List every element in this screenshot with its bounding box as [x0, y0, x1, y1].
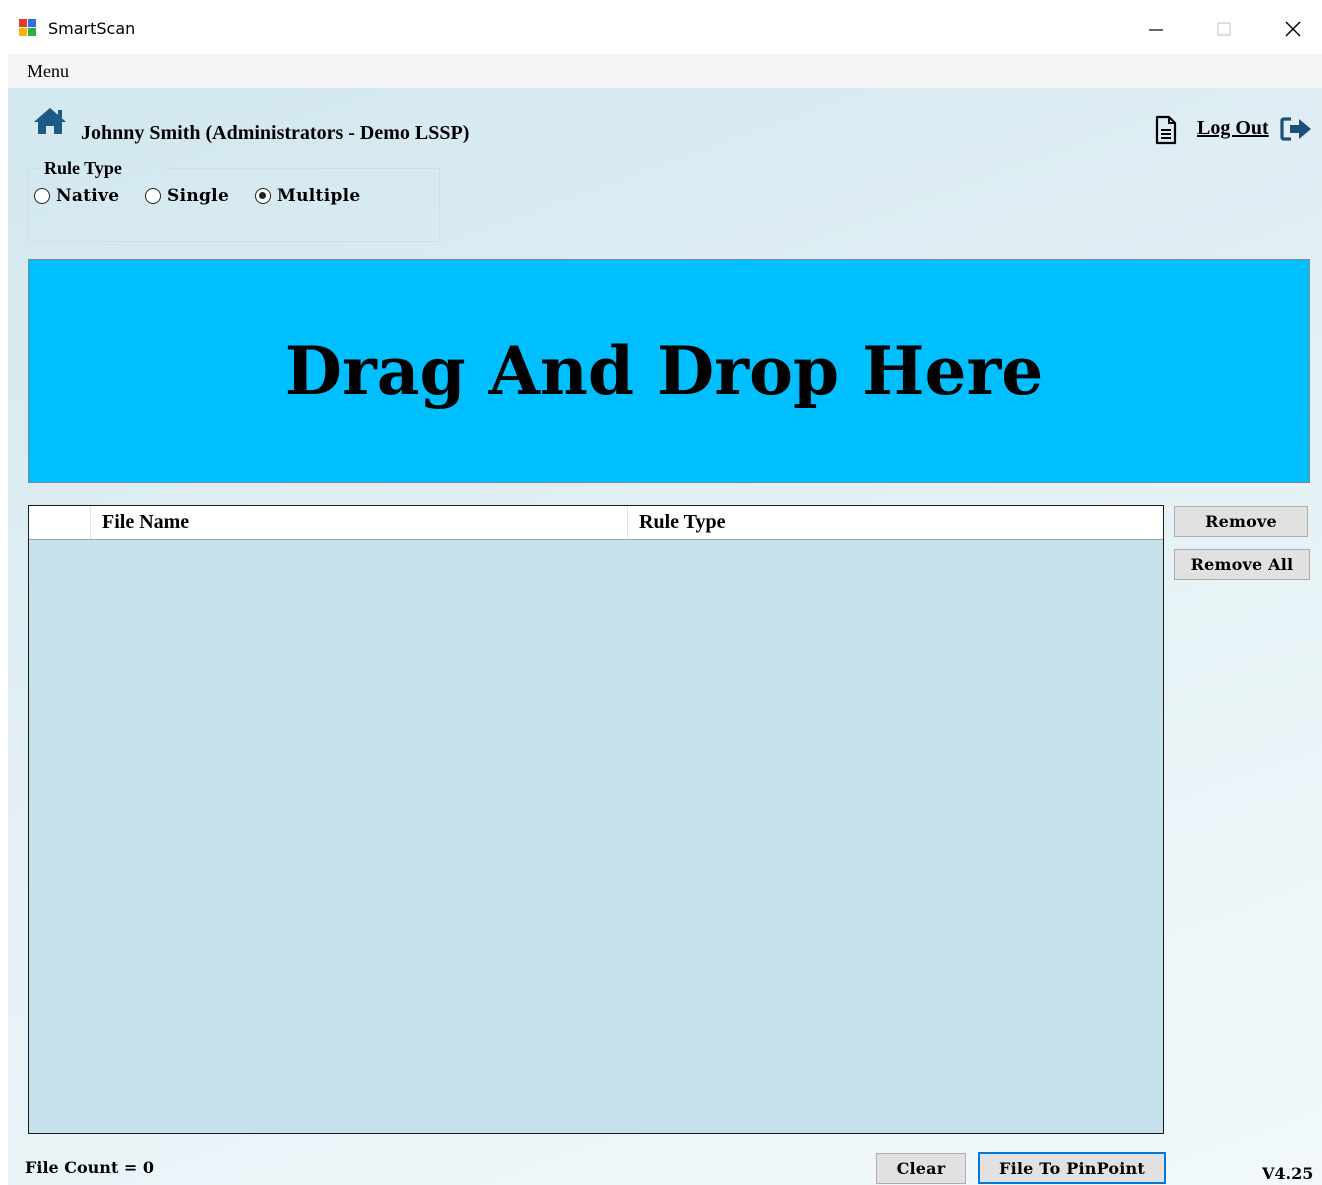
radio-native-circle[interactable]: [34, 188, 50, 204]
logout-link[interactable]: Log Out: [1197, 117, 1269, 140]
remove-all-button[interactable]: Remove All: [1174, 549, 1310, 580]
app-icon: [19, 19, 36, 36]
radio-single[interactable]: Single: [145, 186, 229, 206]
file-count: File Count = 0: [25, 1158, 155, 1177]
version-label: V4.25: [1262, 1164, 1314, 1183]
maximize-icon: [1217, 22, 1231, 36]
smartscan-window: SmartScan Menu Johnny Smith (Administrat…: [0, 0, 1322, 1185]
main-panel: Johnny Smith (Administrators - Demo LSSP…: [8, 88, 1322, 1185]
drop-zone[interactable]: Drag And Drop Here: [28, 259, 1310, 483]
grid-header-file-name[interactable]: File Name: [91, 506, 628, 539]
menu-item-menu[interactable]: Menu: [27, 61, 69, 82]
grid-header-rule-type[interactable]: Rule Type: [628, 506, 1163, 539]
user-info: Johnny Smith (Administrators - Demo LSSP…: [81, 122, 470, 144]
remove-button[interactable]: Remove: [1174, 506, 1308, 537]
radio-multiple-label: Multiple: [277, 186, 361, 206]
close-button[interactable]: [1270, 10, 1316, 48]
radio-native-label: Native: [56, 186, 120, 206]
radio-multiple[interactable]: Multiple: [255, 186, 361, 206]
menu-bar: Menu: [8, 54, 1322, 88]
clear-button[interactable]: Clear: [876, 1153, 966, 1184]
maximize-button[interactable]: [1201, 10, 1247, 48]
document-icon[interactable]: [1154, 115, 1178, 145]
drop-zone-text: Drag And Drop Here: [284, 332, 1044, 410]
minimize-icon: [1149, 29, 1163, 31]
home-icon[interactable]: [32, 106, 68, 136]
grid-header: File Name Rule Type: [29, 506, 1163, 540]
radio-single-circle[interactable]: [145, 188, 161, 204]
minimize-button[interactable]: [1133, 10, 1179, 48]
radio-multiple-circle[interactable]: [255, 188, 271, 204]
file-grid[interactable]: File Name Rule Type: [28, 505, 1164, 1134]
grid-header-row-selector[interactable]: [29, 506, 91, 539]
window-title: SmartScan: [48, 19, 136, 38]
sign-out-icon[interactable]: [1280, 116, 1314, 142]
close-icon: [1285, 21, 1301, 37]
radio-single-label: Single: [167, 186, 230, 206]
radio-native[interactable]: Native: [34, 186, 119, 206]
title-bar[interactable]: SmartScan: [0, 0, 1322, 54]
rule-type-legend: Rule Type: [44, 158, 122, 178]
file-to-pinpoint-button[interactable]: File To PinPoint: [978, 1152, 1166, 1184]
